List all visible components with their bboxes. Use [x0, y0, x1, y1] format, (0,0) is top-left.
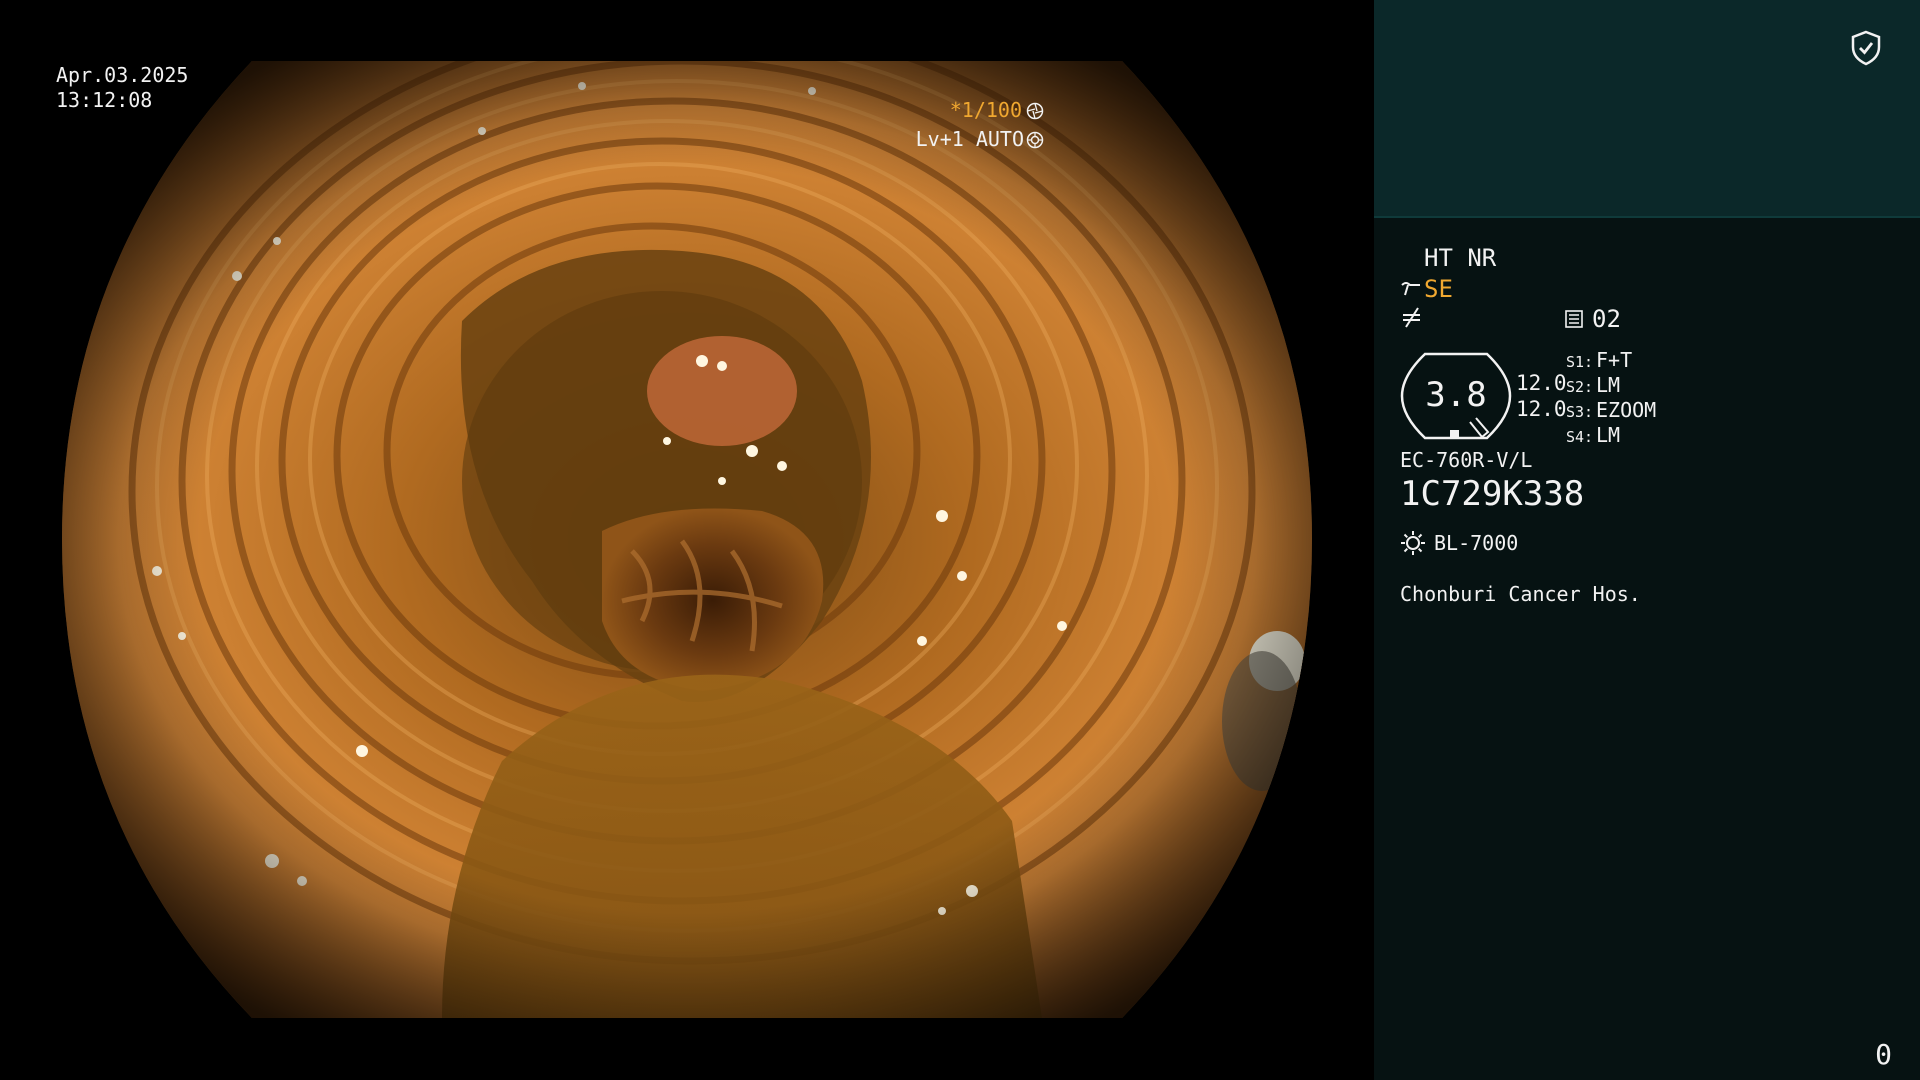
hospital-name: Chonburi Cancer Hos. [1400, 582, 1641, 606]
frame-counter: 0 [1875, 1038, 1892, 1071]
image-enhancement-label: HT NR [1424, 244, 1497, 272]
exam-date: Apr.03.2025 [56, 63, 189, 87]
switch-row: S3: EZOOM [1566, 398, 1656, 423]
panel-header [1374, 0, 1920, 218]
structure-enhancement-icon [1401, 282, 1420, 296]
shutter-speed-indicator: *1/100 [950, 98, 1044, 123]
zoom-value: 3.8 [1425, 375, 1487, 415]
color-enhancement-icon [1403, 307, 1420, 328]
switch-value: EZOOM [1596, 398, 1657, 422]
shutter-speed-text: *1/100 [949, 98, 1022, 122]
info-panel: HT NR SE 02 3.8 12.0 12.0 S1: F+T S2: LM [1374, 0, 1920, 1080]
switch-key: S4: [1566, 428, 1594, 446]
switch-row: S1: F+T [1566, 348, 1656, 373]
light-source-icon [1401, 531, 1425, 555]
shield-check-icon [1851, 30, 1881, 66]
level-value-1: 12.0 [1516, 371, 1567, 395]
switch-value: LM [1596, 423, 1621, 447]
preset-list-icon [1565, 310, 1583, 328]
observation-mode-row: 02 [1564, 305, 1621, 333]
endoscope-video: Apr.03.2025 13:12:08 *1/100 Lv+1 AUTO [0, 0, 1374, 1080]
shutter-icon [1026, 102, 1044, 119]
iris-icon [1026, 131, 1044, 148]
structure-enhancement-value: SE [1424, 275, 1453, 303]
scope-serial-number: 1C729K338 [1400, 474, 1585, 514]
iris-mode-text: Lv+1 AUTO [915, 127, 1024, 151]
switch-key: S3: [1566, 403, 1594, 421]
iris-indicator: Lv+1 AUTO [916, 127, 1044, 152]
switch-assignments: S1: F+T S2: LM S3: EZOOM S4: LM [1566, 348, 1656, 448]
switch-key: S2: [1566, 378, 1594, 396]
exam-time: 13:12:08 [56, 88, 153, 112]
switch-row: S4: LM [1566, 423, 1656, 448]
switch-row: S2: LM [1566, 373, 1656, 398]
switch-value: LM [1596, 373, 1621, 397]
endoscopy-image [62, 61, 1312, 1018]
scope-model: EC-760R-V/L [1400, 448, 1533, 472]
observation-mode-number: 02 [1592, 305, 1621, 333]
light-source-model: BL-7000 [1434, 531, 1519, 555]
switch-key: S1: [1566, 353, 1594, 371]
level-value-2: 12.0 [1516, 397, 1567, 421]
structure-enhancement-row: SE [1400, 275, 1453, 303]
light-source-row: BL-7000 [1400, 530, 1518, 556]
switch-value: F+T [1596, 348, 1633, 372]
